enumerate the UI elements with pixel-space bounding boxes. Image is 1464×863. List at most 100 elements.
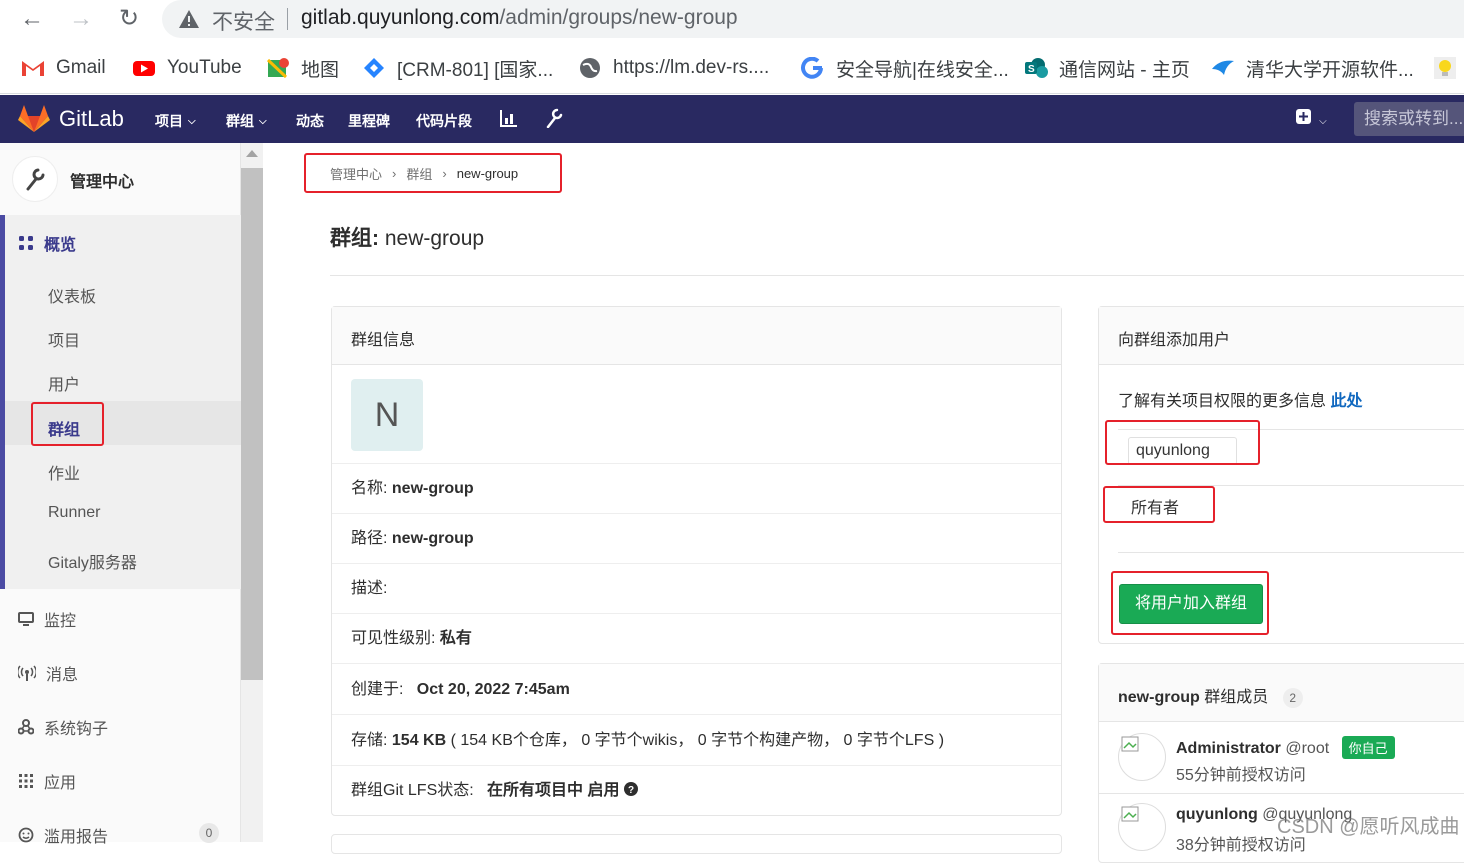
bookmark-label: YouTube (167, 57, 242, 78)
bookmark-label: [CRM-801] [国家... (397, 59, 554, 81)
members-group-name: new-group (1118, 689, 1200, 706)
bookmark-youtube[interactable]: YouTube (131, 54, 242, 82)
question-circle-icon[interactable]: ? (623, 782, 638, 796)
group-path-row: 路径: new-group (332, 513, 1061, 563)
sidebar-header[interactable]: 管理中心 (0, 143, 241, 215)
apps-grid-icon (19, 774, 33, 788)
search-input[interactable]: 搜索或转到... (1354, 102, 1464, 136)
page-title: 群组: new-group (330, 222, 484, 252)
page-title-name: new-group (384, 227, 485, 250)
back-icon[interactable]: ← (16, 4, 48, 34)
nav-milestones[interactable]: 里程碑 (348, 111, 390, 131)
nav-label: 代码片段 (416, 113, 472, 129)
bookmark-sharepoint[interactable]: S 通信网站 - 主页 (1023, 54, 1190, 82)
omnibox-separator (287, 8, 288, 30)
smiley-icon (18, 827, 34, 843)
broken-image-icon (1121, 736, 1139, 752)
bookmark-label: 清华大学开源软件... (1246, 59, 1414, 81)
bookmark-crm[interactable]: [CRM-801] [国家... (361, 54, 553, 82)
name-value: new-group (391, 480, 474, 497)
admin-sidebar: 管理中心 概览 仪表板 项目 用户 群组 作业 Runner Gitaly服务器… (0, 143, 241, 846)
bookmark-label: Gmail (56, 57, 106, 78)
gitlab-logo-icon[interactable] (18, 103, 50, 133)
bookmark-tuna[interactable]: 清华大学开源软件... (1210, 54, 1414, 82)
bookmark-safe-nav[interactable]: 安全导航|在线安全... (800, 54, 1009, 82)
nav-label: 里程碑 (348, 113, 390, 129)
bookmarks-bar: Gmail YouTube 地图 [CRM-801] [国家... https:… (0, 44, 1464, 94)
sidebar-item-overview[interactable]: 概览 (18, 231, 76, 255)
member-handle: @root (1285, 740, 1330, 757)
bookmark-label: 地图 (301, 59, 340, 81)
broken-image-icon (1121, 806, 1139, 822)
sidebar-item-system-hooks[interactable]: 系统钩子 (18, 715, 108, 739)
grid-icon (19, 236, 33, 250)
monitor-icon (18, 612, 34, 626)
member-name: Administrator (1176, 740, 1281, 757)
sidebar-section-label: 概览 (44, 237, 77, 254)
nav-snippets[interactable]: 代码片段 (416, 111, 472, 131)
member-avatar[interactable] (1118, 803, 1166, 851)
member-avatar[interactable] (1118, 733, 1166, 781)
bookmark-gmail[interactable]: Gmail (20, 54, 106, 82)
sidebar-item-runners[interactable]: Runner (48, 504, 100, 522)
nav-projects[interactable]: 项目 ⌵ (155, 111, 196, 131)
sidebar-item-projects[interactable]: 项目 (48, 327, 80, 351)
created-label: 创建于: (351, 681, 404, 698)
member-name: quyunlong (1176, 806, 1258, 823)
sidebar-item-jobs[interactable]: 作业 (48, 460, 80, 484)
created-value: Oct 20, 2022 7:45am (416, 681, 570, 698)
sidebar-scrollbar-thumb[interactable] (241, 168, 263, 680)
jira-icon (364, 58, 384, 78)
sidebar-item-messages[interactable]: 消息 (18, 661, 78, 685)
forward-icon[interactable]: → (65, 4, 97, 34)
reload-icon[interactable]: ↻ (113, 4, 145, 34)
description-label: 描述: (351, 580, 388, 597)
title-divider (330, 275, 1464, 276)
members-count-badge: 2 (1282, 687, 1303, 708)
group-name-row: 名称: new-group (332, 463, 1061, 513)
form-divider (1118, 552, 1464, 553)
sidebar-item-monitoring[interactable]: 监控 (18, 607, 76, 631)
address-bar[interactable]: 不安全 gitlab.quyunlong.com/admin/groups/ne… (162, 0, 1464, 38)
group-description-row: 描述: (332, 563, 1061, 613)
bookmark-lm[interactable]: https://lm.dev-rs.... (577, 54, 769, 82)
highlight-user-select (1105, 420, 1260, 465)
group-created-row: 创建于: Oct 20, 2022 7:45am (332, 663, 1061, 714)
bookmark-label: https://lm.dev-rs.... (613, 57, 770, 78)
wrench-icon[interactable] (545, 108, 563, 128)
nav-activity[interactable]: 动态 (296, 111, 324, 131)
chart-icon[interactable] (500, 109, 518, 127)
sidebar-item-users[interactable]: 用户 (48, 371, 80, 395)
bookmark-extra[interactable] (1432, 54, 1458, 82)
page-title-prefix: 群组: (330, 227, 379, 250)
members-header: new-group 群组成员 2 (1099, 664, 1464, 722)
url-text[interactable]: gitlab.quyunlong.com/admin/groups/new-gr… (301, 6, 738, 30)
sidebar-item-abuse-reports[interactable]: 滥用报告 (18, 823, 108, 847)
svg-text:S: S (1028, 64, 1035, 75)
sidebar-item-dashboard[interactable]: 仪表板 (48, 283, 96, 307)
visibility-value: 私有 (439, 630, 472, 647)
path-value: new-group (391, 530, 474, 547)
nav-label: 动态 (296, 113, 324, 129)
scroll-up-icon[interactable] (246, 150, 258, 157)
nav-groups[interactable]: 群组 ⌵ (226, 111, 267, 131)
highlight-add-button (1111, 571, 1269, 635)
chevron-down-icon: ⌵ (188, 115, 196, 127)
sidebar-item-gitaly[interactable]: Gitaly服务器 (48, 549, 137, 573)
sidebar-item-applications[interactable]: 应用 (18, 769, 76, 793)
visibility-label: 可见性级别: (351, 630, 436, 647)
member-row-admin[interactable]: Administrator @root 你自己 (1176, 736, 1395, 759)
chevron-down-icon: ⌵ (1319, 116, 1327, 127)
sidebar-title: 管理中心 (70, 174, 135, 191)
svg-text:?: ? (628, 785, 634, 796)
gitlab-navbar: GitLab 项目 ⌵ 群组 ⌵ 动态 里程碑 代码片段 ⌵ 搜索或转到... (0, 95, 1464, 143)
bookmark-maps[interactable]: 地图 (265, 54, 339, 82)
highlight-breadcrumb (304, 153, 562, 193)
youtube-icon (133, 61, 155, 76)
storage-value: 154 KB (391, 732, 447, 749)
sidebar-item-label: 监控 (44, 613, 77, 630)
member-access-time: 55分钟前授权访问 (1176, 767, 1306, 784)
gitlab-brand[interactable]: GitLab (59, 106, 124, 132)
permissions-link[interactable]: 此处 (1330, 393, 1362, 410)
new-dropdown[interactable]: ⌵ (1296, 109, 1327, 128)
